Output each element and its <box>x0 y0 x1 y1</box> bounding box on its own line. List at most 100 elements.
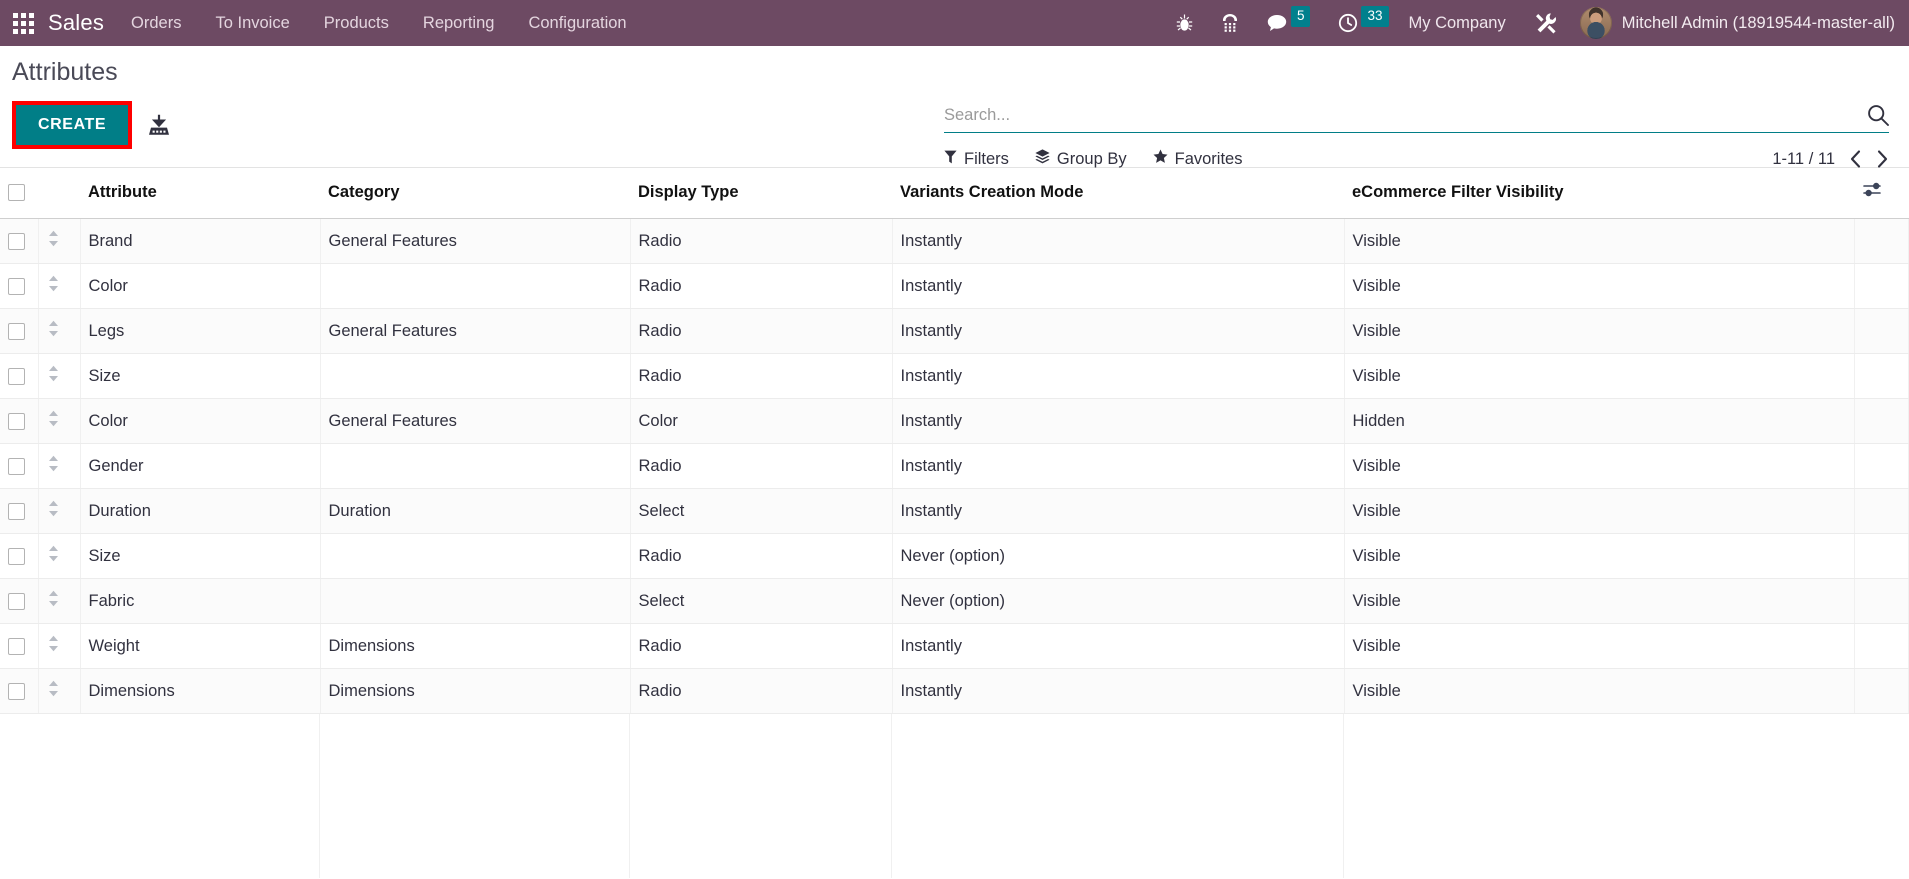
group-by-dropdown[interactable]: Group By <box>1035 149 1127 169</box>
cell-category: Dimensions <box>320 668 631 714</box>
bug-icon[interactable] <box>1162 0 1207 46</box>
drag-handle-icon[interactable] <box>47 455 60 472</box>
row-handle-cell <box>38 308 81 354</box>
menu-item-configuration[interactable]: Configuration <box>511 0 643 46</box>
cell-display-type: Radio <box>630 623 893 669</box>
import-upload-icon[interactable] <box>148 114 170 136</box>
cell-display-type: Radio <box>630 443 893 489</box>
cell-spacer <box>1854 308 1909 354</box>
row-checkbox[interactable] <box>8 502 25 520</box>
cell-attribute: Brand <box>80 218 321 264</box>
navbar-right-tools: 5 33 My Company Mitchell Admin (18919544… <box>1162 0 1909 46</box>
row-checkbox[interactable] <box>8 367 25 385</box>
drag-handle-icon[interactable] <box>47 680 60 697</box>
optional-columns-header <box>1854 168 1909 219</box>
row-select-cell <box>0 218 39 264</box>
drag-handle-icon[interactable] <box>47 635 60 652</box>
pager-range: 1-11 / 11 <box>1772 149 1835 168</box>
row-checkbox[interactable] <box>8 592 25 610</box>
drag-handle-icon[interactable] <box>47 275 60 292</box>
row-checkbox[interactable] <box>8 277 25 295</box>
table-row[interactable]: Brand General Features Radio Instantly Visib… <box>0 218 1909 264</box>
tools-icon[interactable] <box>1522 0 1572 46</box>
dialpad-icon[interactable] <box>1207 0 1253 46</box>
cell-spacer <box>1854 218 1909 264</box>
column-header-variants-mode[interactable]: Variants Creation Mode <box>892 168 1344 219</box>
menu-item-reporting[interactable]: Reporting <box>406 0 512 46</box>
search-input[interactable] <box>944 105 1859 125</box>
create-button[interactable]: CREATE <box>16 105 129 145</box>
cell-display-type: Radio <box>630 668 893 714</box>
cell-variants-creation-mode: Instantly <box>892 353 1345 399</box>
favorites-dropdown[interactable]: Favorites <box>1153 149 1242 169</box>
messages-icon[interactable]: 5 <box>1253 0 1325 46</box>
table-row[interactable]: Weight Dimensions Radio Instantly Visible <box>0 623 1909 669</box>
row-handle-cell <box>38 263 81 309</box>
table-empty-column-guide <box>0 714 38 878</box>
table-row[interactable]: Size Radio Never (option) Visible <box>0 533 1909 579</box>
activities-clock-icon[interactable]: 33 <box>1324 0 1402 46</box>
row-checkbox[interactable] <box>8 637 25 655</box>
drag-handle-icon[interactable] <box>47 320 60 337</box>
row-checkbox[interactable] <box>8 682 25 700</box>
row-checkbox[interactable] <box>8 457 25 475</box>
star-icon <box>1153 149 1168 169</box>
cell-display-type: Radio <box>630 533 893 579</box>
column-header-attribute[interactable]: Attribute <box>80 168 320 219</box>
table-row[interactable]: Color General Features Color Instantly Hidde… <box>0 398 1909 444</box>
column-settings-sliders-icon[interactable] <box>1862 182 1882 203</box>
chevron-right-icon[interactable] <box>1876 150 1889 168</box>
cell-category: General Features <box>320 398 631 444</box>
drag-handle-icon[interactable] <box>47 230 60 247</box>
column-header-ecommerce-visibility[interactable]: eCommerce Filter Visibility <box>1344 168 1855 219</box>
table-row[interactable]: Legs General Features Radio Instantly Visibl… <box>0 308 1909 354</box>
page-title: Attributes <box>12 58 118 86</box>
table-row[interactable]: Fabric Select Never (option) Visible <box>0 578 1909 624</box>
table-row[interactable]: Duration Duration Select Instantly Visible <box>0 488 1909 534</box>
chevron-left-icon[interactable] <box>1849 150 1862 168</box>
cell-display-type: Radio <box>630 218 893 264</box>
cell-spacer <box>1854 398 1909 444</box>
table-row[interactable]: Size Radio Instantly Visible <box>0 353 1909 399</box>
app-brand-sales[interactable]: Sales <box>46 10 114 36</box>
table-empty-column-guide <box>80 714 320 878</box>
search-icon[interactable] <box>1859 104 1889 126</box>
row-handle-cell <box>38 668 81 714</box>
column-header-display-type[interactable]: Display Type <box>630 168 892 219</box>
sort-handle-header <box>38 168 80 219</box>
table-row[interactable]: Dimensions Dimensions Radio Instantly Visibl… <box>0 668 1909 714</box>
row-checkbox[interactable] <box>8 322 25 340</box>
cell-ecommerce-filter-visibility: Visible <box>1344 263 1855 309</box>
menu-item-to-invoice[interactable]: To Invoice <box>198 0 306 46</box>
cell-display-type: Select <box>630 488 893 534</box>
row-checkbox[interactable] <box>8 232 25 250</box>
filters-dropdown[interactable]: Filters <box>944 150 1009 169</box>
row-checkbox[interactable] <box>8 547 25 565</box>
menu-item-orders[interactable]: Orders <box>114 0 198 46</box>
cell-category: General Features <box>320 308 631 354</box>
cell-ecommerce-filter-visibility: Visible <box>1344 218 1855 264</box>
menu-item-products[interactable]: Products <box>307 0 406 46</box>
row-checkbox[interactable] <box>8 412 25 430</box>
drag-handle-icon[interactable] <box>47 365 60 382</box>
apps-grid-icon[interactable] <box>0 0 46 46</box>
column-header-category[interactable]: Category <box>320 168 630 219</box>
drag-handle-icon[interactable] <box>47 545 60 562</box>
drag-handle-icon[interactable] <box>47 590 60 607</box>
table-row[interactable]: Color Radio Instantly Visible <box>0 263 1909 309</box>
cell-variants-creation-mode: Never (option) <box>892 578 1345 624</box>
cell-display-type: Radio <box>630 353 893 399</box>
table-row[interactable]: Gender Radio Instantly Visible <box>0 443 1909 489</box>
layers-icon <box>1035 149 1050 169</box>
drag-handle-icon[interactable] <box>47 500 60 517</box>
company-switcher[interactable]: My Company <box>1403 14 1522 33</box>
control-panel-right: Filters Group By Favorit <box>944 104 1889 169</box>
select-all-checkbox[interactable] <box>8 183 25 201</box>
cell-spacer <box>1854 623 1909 669</box>
group-by-label: Group By <box>1056 149 1127 168</box>
filters-label: Filters <box>964 149 1009 168</box>
cell-variants-creation-mode: Instantly <box>892 488 1345 534</box>
table-empty-column-guide <box>892 714 1344 878</box>
user-menu[interactable]: Mitchell Admin (18919544-master-all) <box>1572 7 1895 39</box>
drag-handle-icon[interactable] <box>47 410 60 427</box>
